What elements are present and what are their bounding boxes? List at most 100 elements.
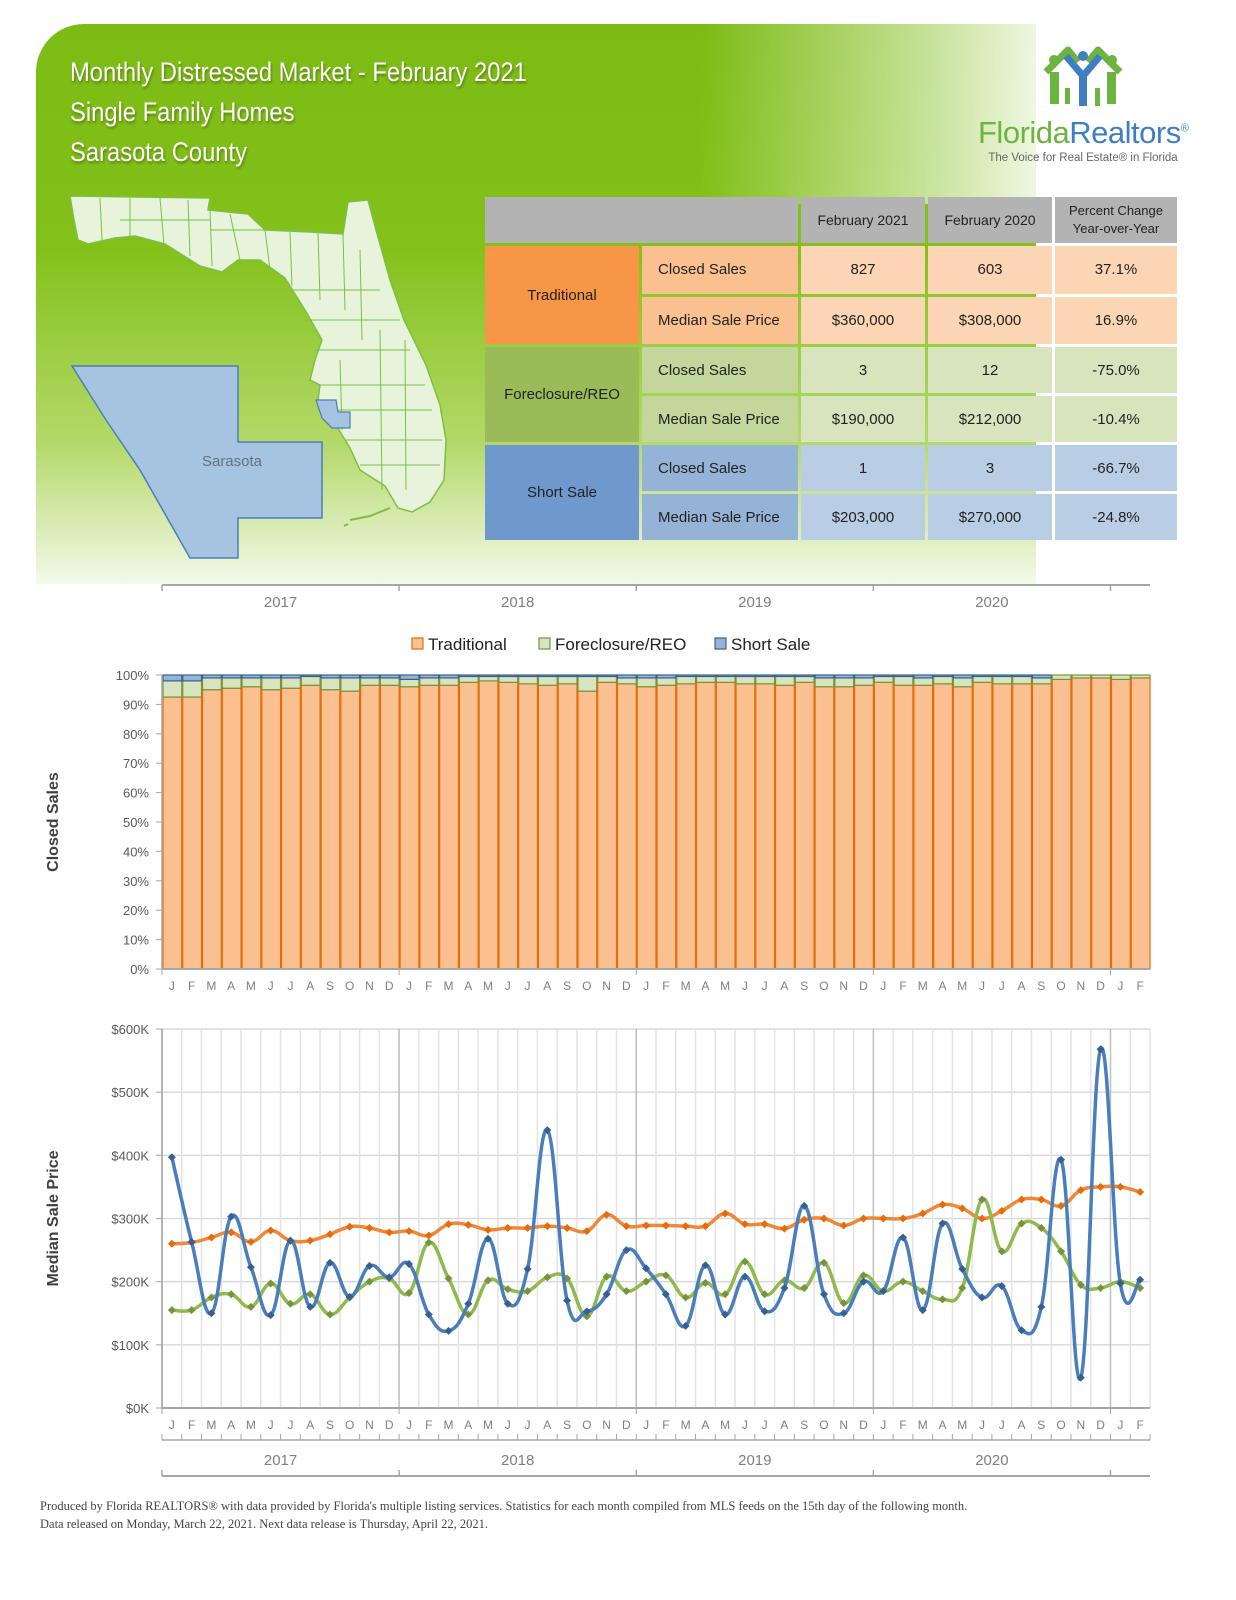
bar-segment-shortsale	[695, 674, 716, 678]
month-label: S	[1037, 979, 1045, 993]
y-tick-label: $400K	[111, 1148, 149, 1163]
month-label: J	[268, 1418, 274, 1432]
bar-segment-shortsale	[261, 674, 282, 679]
bar-segment-foreclosurereo	[1130, 674, 1151, 679]
y-tick-label: 40%	[123, 844, 149, 859]
month-label: J	[979, 979, 985, 993]
month-label: A	[939, 1418, 947, 1432]
month-label: A	[306, 1418, 314, 1432]
month-label: A	[1018, 979, 1026, 993]
bar-segment-foreclosurereo	[755, 675, 776, 685]
bar-segment-foreclosurereo	[774, 675, 795, 686]
footer-line-2: Data released on Monday, March 22, 2021.…	[40, 1517, 489, 1531]
y-tick-label: 70%	[123, 756, 149, 771]
bar-segment-foreclosurereo	[814, 677, 835, 688]
charts-canvas: 2017 2018 2019 2020 Traditional Foreclosure/R…	[45, 584, 1151, 1477]
bar-segment-foreclosurereo	[201, 677, 222, 691]
month-label: J	[643, 1418, 649, 1432]
top-year-label: 2020	[975, 594, 1008, 611]
data-point-shortsale	[167, 1153, 176, 1162]
month-label: O	[1056, 1418, 1065, 1432]
bar-segment-shortsale	[280, 674, 301, 679]
month-label: D	[385, 1418, 394, 1432]
month-label: O	[345, 1418, 354, 1432]
bar-segment-foreclosurereo	[656, 677, 677, 686]
bar-segment-shortsale	[636, 674, 657, 679]
y-tick-label: $200K	[111, 1275, 149, 1290]
data-point-shortsale	[187, 1237, 196, 1246]
bar-segment-traditional	[715, 681, 736, 970]
bar-segment-traditional	[794, 681, 815, 970]
bar-segment-shortsale	[458, 674, 479, 678]
month-label: M	[246, 979, 256, 993]
bar-segment-foreclosurereo	[340, 677, 361, 692]
bar-segment-shortsale	[399, 674, 420, 681]
month-label: J	[979, 1418, 985, 1432]
bar-segment-foreclosurereo	[735, 675, 756, 685]
bar-segment-traditional	[320, 689, 341, 970]
month-label: S	[563, 1418, 571, 1432]
data-point-traditional	[978, 1214, 987, 1223]
bar-segment-traditional	[814, 686, 835, 970]
y-tick-label: $500K	[111, 1085, 149, 1100]
bar-segment-traditional	[498, 681, 519, 970]
legend-label: Traditional	[428, 635, 507, 654]
bar-segment-shortsale	[577, 674, 598, 678]
bar-segment-traditional	[992, 683, 1013, 970]
data-point-foreclosurereo	[1096, 1283, 1105, 1292]
month-label: M	[444, 979, 454, 993]
bar-segment-traditional	[972, 681, 993, 970]
bar-segment-traditional	[656, 684, 677, 970]
bar-segment-shortsale	[518, 674, 539, 678]
bar-segment-foreclosurereo	[399, 678, 420, 688]
y-axis-title: Median Sale Price	[45, 1150, 62, 1286]
bar-segment-traditional	[1110, 678, 1131, 970]
bar-segment-shortsale	[933, 674, 954, 678]
bar-segment-shortsale	[616, 674, 637, 679]
month-label: J	[268, 979, 274, 993]
month-label: F	[899, 979, 906, 993]
y-tick-label: 80%	[123, 727, 149, 742]
data-point-traditional	[266, 1226, 275, 1235]
month-label: F	[425, 979, 432, 993]
month-label: J	[406, 979, 412, 993]
bar-segment-foreclosurereo	[952, 677, 973, 688]
month-label: D	[1096, 979, 1105, 993]
data-point-traditional	[839, 1221, 848, 1230]
data-point-traditional	[642, 1221, 651, 1230]
bar-segment-shortsale	[597, 674, 618, 678]
bar-segment-traditional	[735, 683, 756, 970]
bar-segment-foreclosurereo	[498, 675, 519, 683]
bar-segment-foreclosurereo	[597, 675, 618, 683]
month-label: A	[780, 1418, 788, 1432]
month-label: M	[720, 979, 730, 993]
month-label: J	[762, 1418, 768, 1432]
bar-segment-traditional	[774, 684, 795, 970]
bar-segment-traditional	[439, 684, 460, 970]
data-point-shortsale	[563, 1296, 572, 1305]
month-label: M	[720, 1418, 730, 1432]
month-label: N	[839, 979, 848, 993]
legend-label: Short Sale	[731, 635, 810, 654]
data-point-traditional	[780, 1224, 789, 1233]
month-label: J	[999, 979, 1005, 993]
bar-segment-shortsale	[557, 674, 578, 678]
data-point-traditional	[484, 1225, 493, 1234]
month-label: O	[819, 979, 828, 993]
month-label: M	[444, 1418, 454, 1432]
data-point-foreclosurereo	[167, 1306, 176, 1315]
month-label: A	[543, 1418, 551, 1432]
bar-segment-foreclosurereo	[834, 677, 855, 688]
bar-segment-shortsale	[814, 674, 835, 679]
bar-segment-foreclosurereo	[360, 677, 380, 686]
bar-segment-shortsale	[972, 674, 993, 678]
bar-segment-shortsale	[439, 674, 460, 679]
bar-segment-shortsale	[478, 674, 499, 678]
bar-segment-traditional	[537, 684, 558, 970]
bar-segment-shortsale	[300, 674, 321, 678]
data-point-shortsale	[1037, 1302, 1046, 1311]
month-label: A	[543, 979, 551, 993]
bar-segment-shortsale	[873, 674, 894, 678]
month-label: M	[918, 979, 928, 993]
bar-segment-traditional	[419, 684, 440, 970]
